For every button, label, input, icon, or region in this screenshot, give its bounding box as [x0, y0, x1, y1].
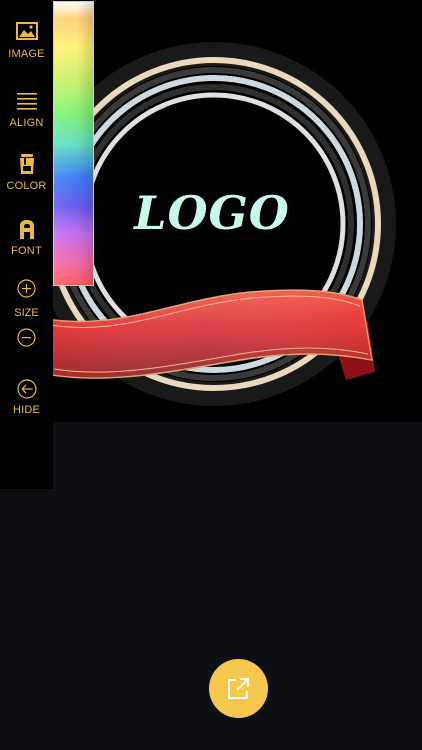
arrow-left-circle-icon [16, 379, 37, 399]
hide-toolbar-button[interactable]: HIDE [0, 379, 53, 416]
image-tool-label: IMAGE [8, 48, 45, 60]
size-decrease-button[interactable] [17, 328, 36, 347]
share-button[interactable] [209, 659, 268, 718]
align-icon [14, 89, 40, 113]
logo-editor-screen: LOGO IMAGE ALIGN COLOR FONT SIZE HIDE [0, 0, 422, 750]
color-tool-button[interactable]: COLOR [0, 152, 53, 192]
color-spectrum-slider[interactable] [53, 1, 94, 286]
font-icon [14, 217, 40, 241]
plus-circle-icon [17, 279, 36, 298]
paint-bucket-icon [14, 152, 40, 176]
size-label: SIZE [14, 307, 39, 319]
font-tool-label: FONT [11, 245, 42, 257]
image-tool-button[interactable]: IMAGE [0, 20, 53, 60]
align-tool-button[interactable]: ALIGN [0, 89, 53, 129]
color-tool-label: COLOR [6, 180, 47, 192]
image-icon [14, 20, 40, 44]
logo-text[interactable]: LOGO [100, 186, 324, 240]
share-external-icon [228, 678, 249, 699]
size-increase-button[interactable] [17, 279, 36, 298]
minus-circle-icon [17, 328, 36, 347]
font-tool-button[interactable]: FONT [0, 217, 53, 257]
align-tool-label: ALIGN [9, 117, 44, 129]
left-toolbar: IMAGE ALIGN COLOR FONT SIZE HIDE [0, 0, 53, 489]
hide-label: HIDE [12, 404, 41, 416]
